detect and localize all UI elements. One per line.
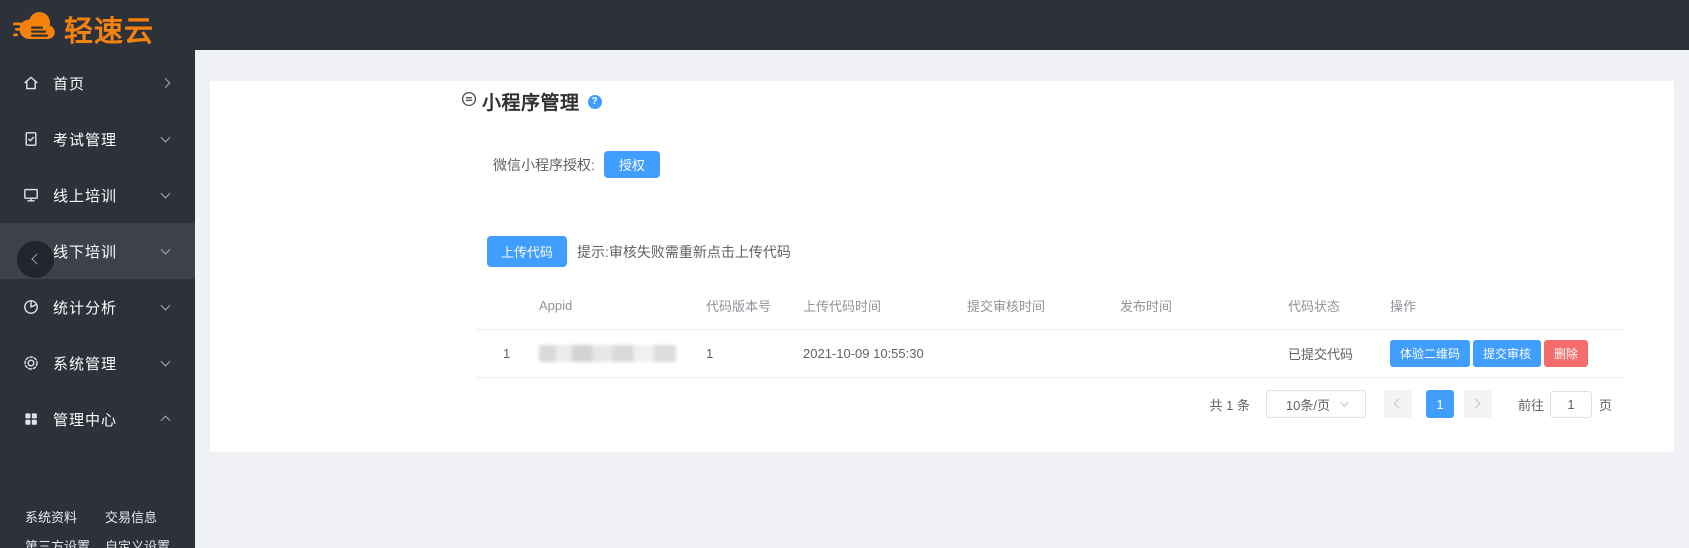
sidebar-item-label: 系统管理 (53, 355, 118, 373)
wechat-auth-row: 微信小程序授权: 授权 (493, 151, 660, 178)
next-page-button[interactable] (1463, 390, 1492, 418)
cell-actions: 体验二维码 提交审核 删除 (1390, 340, 1625, 367)
chevron-right-icon (1470, 398, 1481, 409)
chevron-down-icon (160, 356, 171, 367)
help-icon[interactable]: ? (587, 94, 602, 109)
submenu-item-custom-settings[interactable]: 自定义设置 (105, 532, 195, 548)
sidebar-item-label: 首页 (53, 75, 86, 93)
brand-logo[interactable]: 轻速云 (13, 8, 154, 50)
cell-appid (539, 345, 706, 362)
gear-icon (22, 354, 40, 372)
miniprogram-logo-icon (461, 91, 477, 112)
sidebar-item-label: 统计分析 (53, 299, 118, 317)
chevron-down-icon (160, 244, 171, 255)
cell-index: 1 (503, 346, 511, 361)
chevron-left-icon (1393, 398, 1404, 409)
submenu-item-third-party-settings[interactable]: 第三方设置 (25, 532, 105, 548)
top-bar: 轻速云 (0, 0, 1689, 50)
table-header-row: Appid 代码版本号 上传代码时间 提交审核时间 发布时间 代码状态 操作 (475, 282, 1625, 330)
delete-button[interactable]: 删除 (1544, 340, 1589, 367)
experience-qrcode-button[interactable]: 体验二维码 (1390, 340, 1471, 367)
authorize-button[interactable]: 授权 (603, 151, 660, 178)
chevron-left-icon (31, 253, 43, 265)
upload-tip-text: 提示:审核失败需重新点击上传代码 (577, 243, 791, 260)
upload-code-button[interactable]: 上传代码 (487, 236, 567, 267)
chevron-down-icon (1340, 398, 1349, 407)
cell-code-version: 1 (706, 346, 714, 361)
upload-code-row: 上传代码 提示:审核失败需重新点击上传代码 (487, 236, 791, 267)
sidebar-item-label: 管理中心 (53, 411, 118, 429)
sidebar-item-online-training[interactable]: 线上培训 (0, 167, 195, 223)
main-content-card: 小程序管理 ? 微信小程序授权: 授权 上传代码 提示:审核失败需重新点击上传代… (210, 81, 1674, 452)
wechat-auth-label: 微信小程序授权: (493, 156, 595, 173)
submenu-item-transaction-info[interactable]: 交易信息 (105, 503, 195, 532)
chevron-down-icon (160, 300, 171, 311)
submit-review-button[interactable]: 提交审核 (1473, 340, 1542, 367)
goto-page-suffix: 页 (1598, 397, 1612, 413)
header-upload-time: 上传代码时间 (803, 299, 882, 314)
sidebar-item-label: 线下培训 (53, 243, 118, 261)
header-code-version: 代码版本号 (706, 299, 772, 314)
miniprogram-table: Appid 代码版本号 上传代码时间 提交审核时间 发布时间 代码状态 操作 1… (475, 282, 1625, 378)
table-row: 1 1 2021-10-09 10:55:30 已提交代码 体验二维码 提交审核… (475, 330, 1625, 378)
page-title: 小程序管理 (482, 93, 580, 114)
chevron-right-icon (160, 78, 171, 88)
cloud-logo-icon (13, 10, 59, 48)
header-submit-review-time: 提交审核时间 (967, 299, 1046, 314)
sidebar-item-admin-center[interactable]: 管理中心 (0, 391, 195, 447)
prev-page-button[interactable] (1383, 390, 1412, 418)
exam-document-icon (22, 130, 40, 148)
sidebar-item-system-management[interactable]: 系统管理 (0, 335, 195, 391)
header-code-status: 代码状态 (1288, 299, 1341, 314)
chevron-up-icon (160, 415, 171, 426)
sidebar-item-exam-management[interactable]: 考试管理 (0, 111, 195, 167)
home-icon (22, 74, 40, 92)
submenu-item-system-data[interactable]: 系统资料 (25, 503, 105, 532)
sidebar-item-label: 线上培训 (53, 187, 118, 205)
goto-page-input[interactable] (1549, 390, 1592, 418)
sidebar-item-statistics[interactable]: 统计分析 (0, 279, 195, 335)
cell-code-status: 已提交代码 (1288, 347, 1354, 362)
sidebar-item-label: 考试管理 (53, 131, 118, 149)
header-actions: 操作 (1390, 299, 1417, 314)
sidebar-collapse-button[interactable] (17, 241, 54, 278)
cell-upload-time: 2021-10-09 10:55:30 (803, 346, 924, 361)
page-number-button[interactable]: 1 (1425, 390, 1454, 418)
sidebar: 首页 考试管理 线上培训 线下培训 统计分析 系统管理 管理中心 系统资料 交易… (0, 50, 195, 548)
admin-center-submenu: 系统资料 交易信息 第三方设置 自定义设置 小程序管理 (0, 503, 195, 548)
grid-icon (22, 410, 40, 428)
pie-chart-icon (22, 298, 40, 316)
appid-redacted-block (539, 345, 676, 362)
sidebar-item-home[interactable]: 首页 (0, 55, 195, 111)
monitor-icon (22, 186, 40, 204)
chevron-down-icon (160, 188, 171, 199)
chevron-down-icon (160, 132, 171, 143)
page-size-select[interactable]: 10条/页 (1265, 390, 1366, 418)
app-window: 轻速云 首页 考试管理 线上培训 线下培训 统计分析 系统管理 管理中心 系统资… (0, 0, 1689, 548)
header-appid: Appid (539, 298, 573, 313)
page-size-value: 10条/页 (1285, 397, 1330, 413)
brand-name: 轻速云 (64, 16, 155, 48)
goto-page-label: 前往 (1517, 397, 1544, 413)
header-publish-time: 发布时间 (1120, 299, 1173, 314)
page-title-row: 小程序管理 ? (461, 88, 602, 115)
pagination: 共 1 条 10条/页 1 前往 页 (1209, 390, 1612, 418)
pagination-total: 共 1 条 (1209, 397, 1250, 413)
